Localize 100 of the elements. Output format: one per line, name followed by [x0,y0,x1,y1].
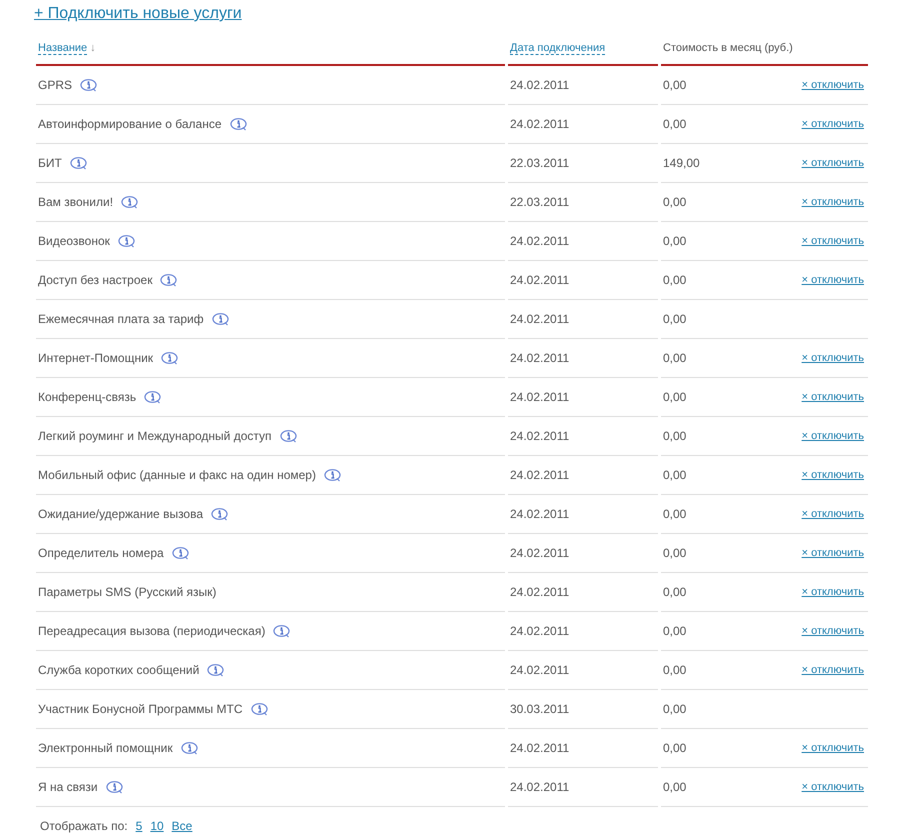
service-name: Мобильный офис (данные и факс на один номер) [38,468,316,482]
service-name: Параметры SMS (Русский язык) [38,585,216,599]
service-name: Переадресация вызова (периодическая) [38,624,266,638]
monthly-cost: 0,00 [663,78,686,92]
info-icon[interactable] [250,702,268,716]
disconnect-link[interactable]: × отключить [802,664,864,676]
page-size-link[interactable]: 5 [136,819,142,833]
connection-date: 22.03.2011 [510,156,570,170]
page-size-link[interactable]: Все [172,819,192,833]
service-name: Автоинформирование о балансе [38,117,222,131]
page-size-label: Отображать по: [40,819,128,833]
info-icon[interactable] [324,468,341,482]
info-icon[interactable] [70,156,87,170]
column-title: Стоимость в месяц (руб.) [663,42,793,54]
service-name: Ожидание/удержание вызова [38,507,204,521]
connection-date: 24.02.2011 [510,234,570,248]
connection-date: 24.02.2011 [510,585,570,599]
add-services-link[interactable]: + Подключить новые услуги [34,4,242,24]
service-name: Участник Бонусной Программы МТС [38,702,242,716]
connection-date: 22.03.2011 [510,195,570,209]
disconnect-link[interactable]: × отключить [802,586,864,598]
info-icon[interactable] [160,274,178,286]
connection-date: 24.02.2011 [510,507,570,521]
disconnect-link[interactable]: × отключить [802,508,864,520]
connection-date: 24.02.2011 [510,741,570,755]
disconnect-link[interactable]: × отключить [802,79,864,91]
service-name: Служба коротких сообщений [38,663,200,677]
monthly-cost: 0,00 [663,234,686,248]
connection-date: 24.02.2011 [510,78,570,92]
service-name: Доступ без настроек [38,273,152,287]
connection-date: 24.02.2011 [510,663,570,677]
info-icon[interactable] [172,546,189,560]
service-name: Я на связи [38,780,98,794]
service-name: Ежемесячная плата за тариф [38,312,204,326]
service-name: Интернет-Помощник [38,351,154,365]
connection-date: 24.02.2011 [510,390,570,404]
connection-date: 24.02.2011 [510,546,570,560]
connection-date: 24.02.2011 [510,780,570,794]
monthly-cost: 0,00 [663,429,686,443]
disconnect-link[interactable]: × отключить [802,196,864,208]
info-icon[interactable] [80,78,98,92]
monthly-cost: 0,00 [663,390,686,404]
info-icon[interactable] [207,664,224,676]
service-name: БИТ [38,156,62,170]
service-name: Вам звонили! [38,195,114,209]
monthly-cost: 0,00 [663,663,686,677]
disconnect-link[interactable]: × отключить [802,742,864,754]
monthly-cost: 0,00 [663,195,686,209]
service-name: Видеозвонок [38,234,110,248]
connection-date: 24.02.2011 [510,117,570,131]
connection-date: 30.03.2011 [510,702,570,716]
disconnect-link[interactable]: × отключить [802,235,864,247]
connection-date: 24.02.2011 [510,351,570,365]
info-icon[interactable] [161,352,178,364]
service-name: Конференц-связь [38,390,136,404]
connection-date: 24.02.2011 [510,273,570,287]
disconnect-link[interactable]: × отключить [802,781,864,793]
sort-link[interactable]: Название [38,42,88,54]
monthly-cost: 0,00 [663,780,686,794]
connection-date: 24.02.2011 [510,312,570,326]
monthly-cost: 0,00 [663,312,686,326]
sort-link[interactable]: Дата подключения [510,42,606,54]
info-icon[interactable] [273,624,290,638]
monthly-cost: 0,00 [663,585,686,599]
page-size-link[interactable]: 10 [150,819,164,833]
monthly-cost: 0,00 [663,117,686,131]
info-icon[interactable] [144,390,162,404]
connection-date: 24.02.2011 [510,429,570,443]
info-icon[interactable] [106,780,123,794]
info-icon[interactable] [121,196,138,208]
disconnect-link[interactable]: × отключить [802,625,864,637]
connection-date: 24.02.2011 [510,468,570,482]
monthly-cost: 0,00 [663,507,686,521]
disconnect-link[interactable]: × отключить [802,547,864,559]
monthly-cost: 0,00 [663,351,686,365]
info-icon[interactable] [180,742,198,754]
service-name: Определитель номера [38,546,164,560]
disconnect-link[interactable]: × отключить [802,391,864,403]
service-name: Легкий роуминг и Международный доступ [38,429,272,443]
monthly-cost: 149,00 [663,156,700,170]
disconnect-link[interactable]: × отключить [802,274,864,286]
info-icon[interactable] [211,508,228,520]
monthly-cost: 0,00 [663,624,686,638]
service-name: GPRS [38,78,72,92]
info-icon[interactable] [118,234,135,248]
service-name: Электронный помощник [38,741,173,755]
monthly-cost: 0,00 [663,273,686,287]
monthly-cost: 0,00 [663,741,686,755]
monthly-cost: 0,00 [663,702,686,716]
connection-date: 24.02.2011 [510,624,570,638]
monthly-cost: 0,00 [663,546,686,560]
disconnect-link[interactable]: × отключить [802,157,864,169]
sort-indicator: ↓ [90,42,96,54]
disconnect-link[interactable]: × отключить [802,469,864,481]
info-icon[interactable] [212,312,229,326]
info-icon[interactable] [280,430,297,442]
disconnect-link[interactable]: × отключить [802,118,864,130]
disconnect-link[interactable]: × отключить [802,352,864,364]
disconnect-link[interactable]: × отключить [802,430,864,442]
info-icon[interactable] [230,118,247,130]
